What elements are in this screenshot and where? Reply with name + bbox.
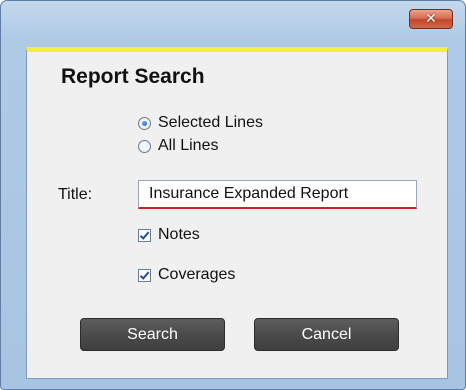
- search-button[interactable]: Search: [80, 318, 225, 351]
- radio-all-lines-label: All Lines: [158, 137, 219, 154]
- checkbox-coverages[interactable]: Coverages: [138, 266, 235, 284]
- close-icon: ✕: [425, 11, 437, 27]
- radio-all-lines[interactable]: All Lines: [138, 137, 218, 155]
- title-input[interactable]: [138, 180, 417, 209]
- dialog-window: ✕ Report Search Selected Lines All Lines…: [0, 0, 466, 390]
- dialog-heading: Report Search: [61, 65, 205, 88]
- checkbox-coverages-label: Coverages: [158, 266, 236, 283]
- checkbox-checked-icon[interactable]: [138, 228, 151, 242]
- radio-selected-lines-label: Selected Lines: [158, 114, 263, 131]
- title-bar[interactable]: ✕: [1, 1, 465, 47]
- checkbox-notes[interactable]: Notes: [138, 226, 200, 244]
- title-label: Title:: [58, 186, 93, 203]
- checkbox-notes-label: Notes: [158, 226, 200, 243]
- radio-selected-lines[interactable]: Selected Lines: [138, 114, 263, 132]
- radio-selected-icon[interactable]: [138, 116, 151, 130]
- close-button[interactable]: ✕: [409, 9, 453, 29]
- cancel-button[interactable]: Cancel: [254, 318, 399, 351]
- checkbox-checked-icon[interactable]: [138, 268, 151, 282]
- dialog-body: Report Search Selected Lines All Lines T…: [26, 47, 448, 379]
- radio-unselected-icon[interactable]: [138, 139, 151, 153]
